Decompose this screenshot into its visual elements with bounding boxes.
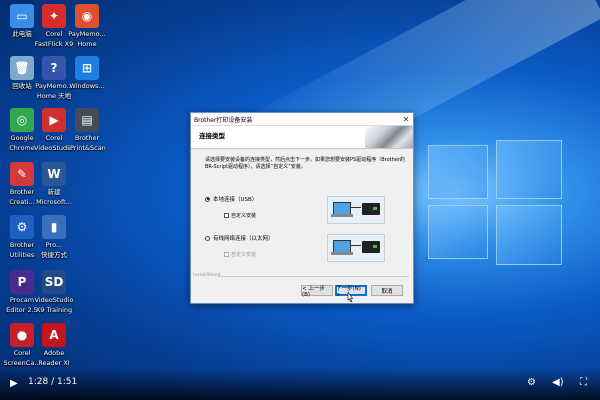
desktop-icon[interactable]: ⊞ Windows... (67, 56, 107, 92)
app-icon: ▤ (75, 108, 99, 132)
volume-icon[interactable]: ◀︎) (552, 377, 564, 388)
network-radio[interactable] (205, 235, 210, 241)
wallpaper-logo-pane (428, 205, 488, 259)
desktop-icon-label: Reader XI (38, 359, 70, 367)
desktop-icon[interactable]: ▮ Pro... 快捷方式 (34, 215, 74, 259)
laptop-icon (331, 202, 353, 217)
dialog-header: 连接类型 (191, 126, 413, 149)
fullscreen-icon[interactable]: ⛶ (580, 377, 587, 388)
desktop-icon-label: 快捷方式 (41, 251, 67, 259)
app-icon: A (42, 323, 66, 347)
app-icon: ▶ (42, 108, 66, 132)
option-usb[interactable]: 本地连接（USB） (205, 195, 257, 203)
desktop-icon-label: PayMemo... (68, 30, 106, 38)
desktop-icon-label: Home (77, 40, 97, 48)
desktop-icon-label: X9 Training (35, 306, 73, 314)
app-icon: ▮ (42, 215, 66, 239)
app-icon: ◉ (75, 4, 99, 28)
wallpaper-logo-pane (428, 145, 488, 199)
network-connection-image (327, 234, 385, 262)
app-icon: P (10, 270, 34, 294)
desktop-icon-label: Pro... (45, 241, 63, 249)
back-button[interactable]: < 上一步(B) (301, 285, 333, 298)
printer-icon (362, 241, 380, 253)
network-custom-label: 自定义安装 (231, 252, 257, 258)
app-icon: ✎ (10, 162, 34, 186)
dialog-heading: 连接类型 (199, 132, 225, 140)
desktop-icon[interactable]: A Adobe Reader XI (34, 323, 74, 367)
dialog-title: Brother打印设备安装 (194, 116, 253, 124)
desktop-icon-label: Home 天地 (36, 92, 72, 100)
desktop-icon[interactable]: ◉ PayMemo... Home (67, 4, 107, 48)
footer-divider (217, 276, 409, 277)
app-icon: ◎ (10, 108, 34, 132)
app-icon: 🗑 (10, 56, 34, 80)
usb-label: 本地连接（USB） (213, 197, 258, 203)
desktop-icon-label: VideoStudio (34, 296, 74, 304)
cancel-button[interactable]: 取消 (371, 285, 403, 296)
wallpaper-logo-pane (496, 140, 562, 199)
app-icon: ✦ (42, 4, 66, 28)
network-custom-checkbox (224, 252, 229, 257)
dialog-description: 请选择要安装设备的连接类型，然后点击下一步。如果您想要安装PS驱动程序（Brot… (205, 157, 405, 170)
desktop-icon-label: Brother (74, 134, 100, 142)
app-icon: ⚙ (10, 215, 34, 239)
usb-connection-image (327, 196, 385, 224)
mouse-cursor-icon (347, 292, 354, 303)
close-icon[interactable]: ✕ (399, 115, 413, 124)
app-icon: ⊞ (75, 56, 99, 80)
usb-custom-checkbox[interactable] (224, 213, 229, 218)
wallpaper-logo-pane (496, 205, 562, 265)
laptop-icon (331, 240, 353, 255)
desktop-icon-label: 新建 (47, 188, 61, 196)
network-custom-install: 自定义安装 (224, 251, 256, 258)
app-icon: SD (42, 270, 66, 294)
desktop-icon-label: iPrint&Scan (68, 144, 106, 152)
header-graphic (365, 126, 413, 148)
app-icon: ▭ (10, 4, 34, 28)
desktop-icon-label: Windows... (69, 82, 105, 90)
desktop-icon-label: Microsoft... (36, 198, 72, 206)
cable-icon (350, 207, 361, 208)
usb-radio[interactable] (205, 196, 210, 202)
network-label: 有线网络连接（以太网） (213, 236, 274, 242)
video-control-bar (0, 368, 600, 400)
printer-icon (362, 203, 380, 215)
usb-custom-label: 自定义安装 (231, 213, 257, 219)
play-icon[interactable]: ▶ (10, 378, 18, 389)
usb-custom-install[interactable]: 自定义安装 (224, 212, 256, 219)
dialog-titlebar: Brother打印设备安装 ✕ (191, 113, 413, 126)
app-icon: ● (10, 323, 34, 347)
installer-dialog: Brother打印设备安装 ✕ 连接类型 请选择要安装设备的连接类型，然后点击下… (190, 112, 414, 304)
desktop-icon[interactable]: SD VideoStudio X9 Training (34, 270, 74, 314)
desktop-icon[interactable]: W 新建 Microsoft... (34, 162, 74, 206)
option-network[interactable]: 有线网络连接（以太网） (205, 234, 274, 242)
desktop-icon[interactable]: ▤ Brother iPrint&Scan (67, 108, 107, 152)
app-icon: ? (42, 56, 66, 80)
video-time: 1:28 / 1:51 (28, 377, 78, 387)
app-icon: W (42, 162, 66, 186)
desktop-icon-label: Adobe (43, 349, 65, 357)
cable-icon (350, 245, 361, 246)
settings-icon[interactable]: ⚙ (527, 377, 536, 388)
